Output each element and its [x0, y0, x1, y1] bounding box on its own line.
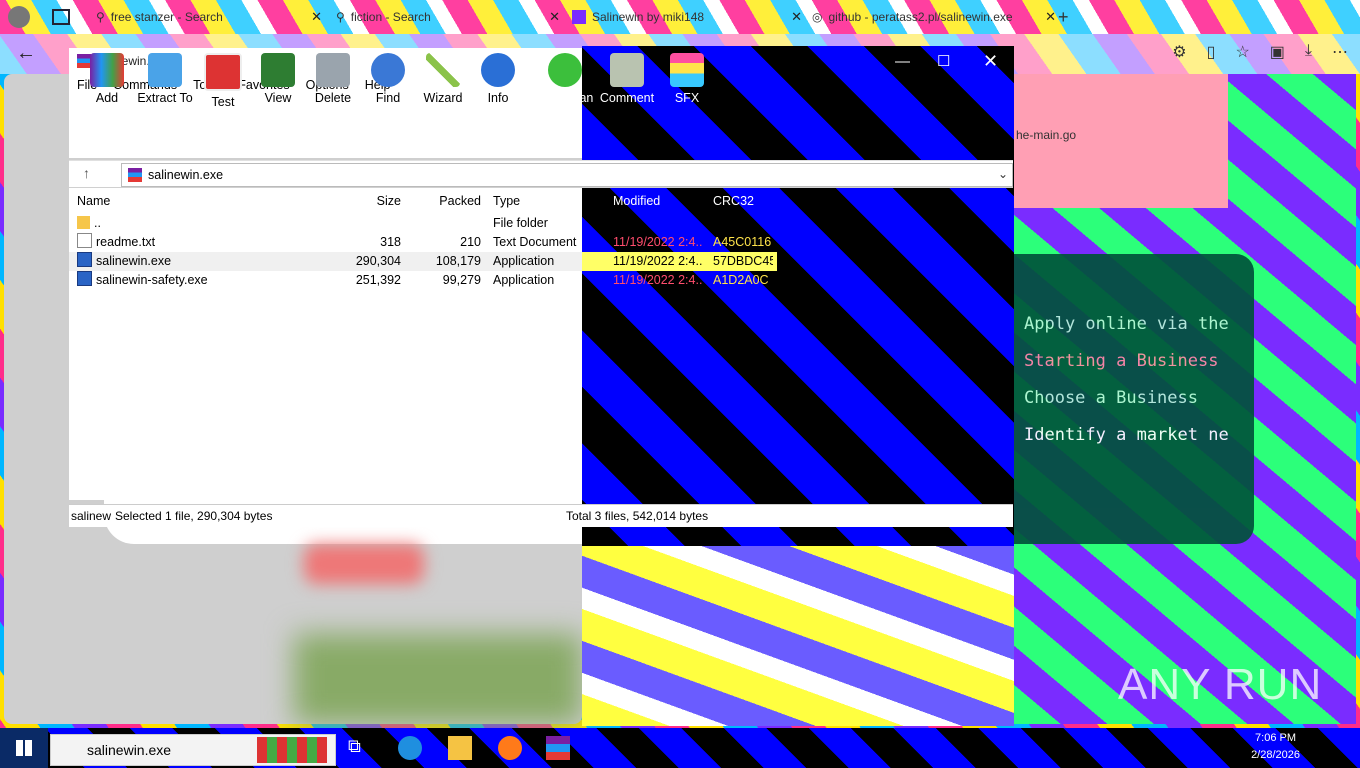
tab-search-1[interactable]: ⚲ free stanzer - Search ✕ — [96, 4, 322, 30]
virusscan-button[interactable]: VirusScan — [535, 53, 595, 105]
tab-github[interactable]: ◎ github - peratass2.pl/salinewin.exe ✕ — [812, 4, 1056, 30]
github-icon: ◎ — [812, 10, 823, 24]
system-clock[interactable]: 7:06 PM 2/28/2026 — [1251, 730, 1300, 764]
test-button[interactable]: Test — [193, 53, 253, 109]
application-icon — [77, 271, 92, 286]
search-icon: ⚲ — [336, 10, 345, 24]
edge-icon[interactable] — [398, 736, 422, 760]
trash-icon — [316, 53, 350, 87]
minimize-button[interactable]: — — [895, 48, 910, 74]
column-header-name[interactable]: Name — [77, 188, 327, 214]
card-line[interactable]: Starting a Business — [1024, 351, 1218, 371]
card-line: Identify a market ne — [1024, 425, 1229, 445]
table-row-selected[interactable]: salinewin.exe 290,304 108,179 Applicatio… — [69, 252, 1013, 271]
table-row[interactable]: readme.txt 318 210 Text Document 11/19/2… — [69, 233, 1013, 252]
status-total: Total 3 files, 542,014 bytes — [566, 509, 709, 523]
collections-icon[interactable]: ▣ — [1270, 42, 1285, 62]
toolbar — [69, 96, 582, 158]
profile-avatar[interactable] — [8, 4, 38, 30]
webpage-right: he-main.go Apply online via the Starting… — [1014, 74, 1356, 724]
column-header-size[interactable]: Size — [327, 188, 401, 214]
search-input[interactable] — [85, 740, 269, 760]
text-file-icon — [77, 233, 92, 248]
table-row[interactable]: salinewin-safety.exe 251,392 99,279 Appl… — [69, 271, 1013, 290]
close-tab-icon[interactable]: ✕ — [1045, 9, 1056, 25]
close-tab-icon[interactable]: ✕ — [549, 9, 560, 25]
winrar-window: salinewin.exe — ☐ ✕ File Commands Tools … — [69, 48, 1013, 527]
extensions-icon[interactable]: ⚙ — [1172, 42, 1186, 62]
extract-to-button[interactable]: Extract To — [135, 53, 195, 105]
info-icon — [481, 53, 515, 87]
add-archive-icon — [90, 53, 124, 87]
comment-icon — [610, 53, 644, 87]
magnifier-icon — [371, 53, 405, 87]
downloads-icon[interactable]: ⤓ — [1305, 42, 1312, 62]
sfx-button[interactable]: SFX — [657, 53, 717, 105]
browser-toolbar-icons: ⚙ ▯ ☆ ▣ ⤓ ⋯ — [1172, 42, 1348, 62]
file-list: Name Size Packed Type Modified CRC32 .. … — [69, 188, 1013, 500]
find-button[interactable]: Find — [358, 53, 418, 105]
magic-wand-icon — [426, 53, 460, 87]
book-icon — [261, 53, 295, 87]
start-button[interactable] — [0, 728, 48, 768]
split-screen-icon[interactable]: ▯ — [1207, 42, 1216, 62]
close-tab-icon[interactable]: ✕ — [791, 9, 802, 25]
info-button[interactable]: Info — [468, 53, 528, 105]
table-row[interactable]: .. File folder — [69, 214, 1013, 233]
folder-icon — [77, 216, 90, 229]
card-line: Choose a Business — [1024, 388, 1198, 408]
status-left-label: salinew — [71, 509, 112, 523]
task-view-icon[interactable]: ⧉ — [348, 736, 372, 760]
taskbar-search[interactable] — [50, 734, 336, 766]
favorites-icon[interactable]: ☆ — [1235, 42, 1249, 62]
status-selection: Selected 1 file, 290,304 bytes — [115, 509, 273, 523]
anyrun-watermark: ANY RUN — [1118, 660, 1323, 709]
sfx-icon — [670, 53, 704, 87]
site-icon — [572, 10, 586, 24]
info-card: Apply online via the Starting a Business… — [1014, 254, 1254, 544]
path-bar: ↑ salinewin.exe ⌄ — [69, 160, 1013, 188]
winrar-taskbar-icon[interactable] — [546, 736, 570, 760]
search-icon: ⚲ — [96, 10, 105, 24]
close-tab-icon[interactable]: ✕ — [311, 9, 322, 25]
comment-button[interactable]: Comment — [597, 53, 657, 105]
tab-search-2[interactable]: ⚲ fiction - Search ✕ — [336, 4, 560, 30]
column-header-type[interactable]: Type — [493, 188, 583, 214]
page-snippet: he-main.go — [1014, 74, 1228, 208]
up-arrow-icon[interactable]: ↑ — [83, 165, 90, 181]
clipboard-check-icon — [204, 53, 242, 91]
settings-icon[interactable]: ⋯ — [1332, 42, 1348, 62]
card-line: Apply online via the — [1024, 314, 1229, 334]
back-arrow-icon[interactable]: ← — [16, 42, 36, 65]
windows-logo-icon — [16, 740, 32, 756]
taskbar: ⧉ 7:06 PM 2/28/2026 — [0, 728, 1360, 768]
path-field[interactable]: salinewin.exe ⌄ — [121, 163, 1013, 187]
bug-icon — [548, 53, 582, 87]
new-tab-button[interactable]: + — [1058, 4, 1078, 30]
browser-tab-bar: ⚲ free stanzer - Search ✕ ⚲ fiction - Searc… — [0, 0, 1360, 34]
application-icon — [77, 252, 92, 267]
column-header-packed[interactable]: Packed — [407, 188, 481, 214]
wizard-button[interactable]: Wizard — [413, 53, 473, 105]
add-button[interactable]: Add — [77, 53, 137, 105]
tab-actions-icon[interactable] — [52, 4, 72, 30]
column-header-modified[interactable]: Modified — [613, 188, 703, 214]
status-bar: salinew Selected 1 file, 290,304 bytes T… — [69, 504, 1013, 527]
column-header-crc32[interactable]: CRC32 — [713, 188, 773, 214]
gift-icon — [257, 737, 327, 763]
close-button[interactable]: ✕ — [983, 48, 998, 74]
view-button[interactable]: View — [248, 53, 308, 105]
tab-salinewin[interactable]: Salinewin by miki148 ✕ — [572, 4, 802, 30]
chevron-down-icon[interactable]: ⌄ — [998, 167, 1008, 181]
archive-icon — [128, 168, 142, 182]
file-explorer-icon[interactable] — [448, 736, 472, 760]
maximize-button[interactable]: ☐ — [937, 48, 950, 74]
delete-button[interactable]: Delete — [303, 53, 363, 105]
folder-icon — [148, 53, 182, 87]
firefox-icon[interactable] — [498, 736, 522, 760]
